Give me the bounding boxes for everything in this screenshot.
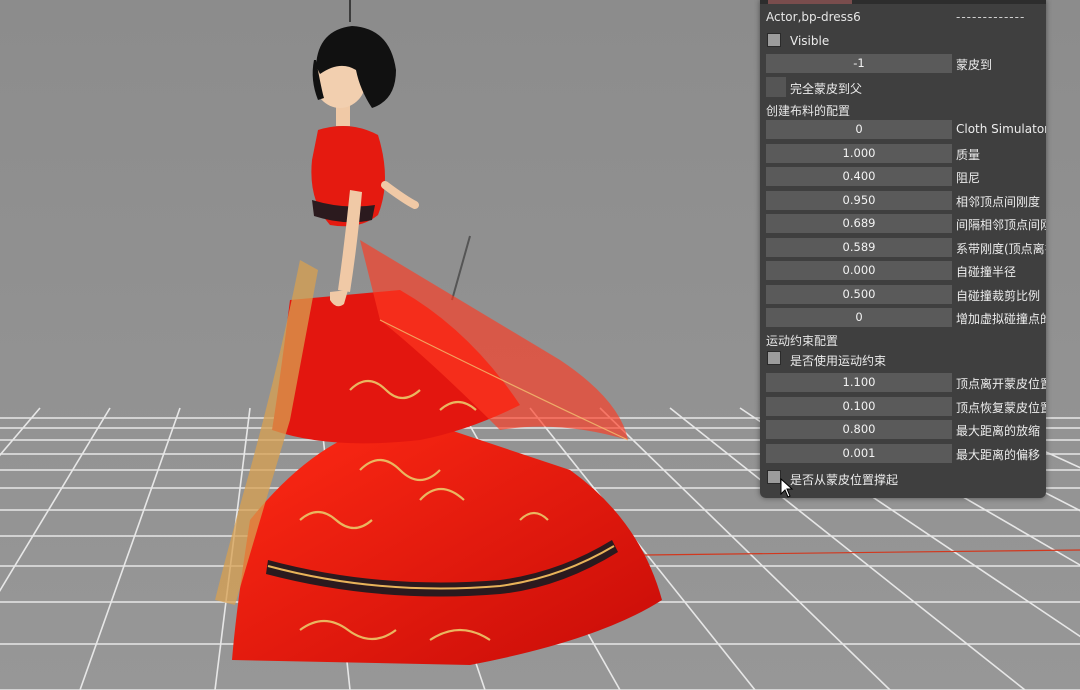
spaced-stiffness-field[interactable]: 0.689	[766, 214, 952, 233]
full-skin-parent-label: 完全蒙皮到父	[790, 82, 863, 96]
mass-field[interactable]: 1.000	[766, 143, 952, 163]
cloth-field-row: 0.950 相邻顶点间刚度	[760, 190, 1046, 211]
mass-label: 质量	[956, 147, 981, 162]
tether-stiffness-field[interactable]: 0.589	[766, 237, 952, 257]
damping-field[interactable]: 0.400	[766, 167, 952, 186]
cloth-simulator-label: Cloth Simulator	[956, 122, 1046, 136]
adjacent-stiffness-label: 相邻顶点间刚度	[956, 194, 1041, 209]
max-distance-scale-field[interactable]: 0.800	[766, 420, 952, 439]
self-collision-clip-label: 自碰撞裁剪比例	[956, 288, 1041, 303]
cloth-field-row: 0.000 自碰撞半径	[760, 261, 1046, 281]
virtual-collision-field[interactable]: 0	[766, 308, 952, 327]
cloth-field-row: 0 Cloth Simulator	[760, 120, 1046, 140]
motion-section-header: 运动约束配置	[760, 330, 1046, 350]
tether-stiffness-label: 系带刚度(顶点离扌	[956, 241, 1046, 256]
inspector-panel: Actor,bp-dress6 ------------- Visible -1…	[760, 0, 1046, 498]
mouse-cursor-icon	[780, 478, 794, 498]
motion-field-row: 1.100 顶点离开蒙皮位置	[760, 373, 1046, 393]
panel-header: Actor,bp-dress6 -------------	[760, 8, 1046, 28]
max-distance-offset-field[interactable]: 0.001	[766, 443, 952, 463]
lift-from-skin-checkbox[interactable]	[767, 470, 781, 484]
restore-skin-label: 顶点恢复蒙皮位置	[956, 400, 1046, 415]
damping-label: 阻尼	[956, 171, 981, 185]
lift-from-skin-label: 是否从蒙皮位置撑起	[790, 473, 899, 487]
cloth-field-row: 0.500 自碰撞裁剪比例	[760, 284, 1046, 305]
motion-field-row: 0.800 最大距离的放缩	[760, 420, 1046, 440]
cloth-simulator-field[interactable]: 0	[766, 120, 952, 139]
use-motion-constraint-label: 是否使用运动约束	[790, 354, 887, 368]
visible-checkbox[interactable]	[767, 33, 781, 47]
skin-to-label: 蒙皮到	[956, 58, 993, 72]
use-motion-constraint-row: 是否使用运动约束	[760, 349, 1046, 369]
max-distance-scale-label: 最大距离的放缩	[956, 424, 1041, 438]
full-skin-parent-checkbox[interactable]	[766, 77, 786, 97]
panel-top-accent	[768, 0, 852, 4]
panel-title-separator: -------------	[956, 10, 1026, 24]
cloth-field-row: 1.000 质量	[760, 143, 1046, 164]
motion-field-row: 0.001 最大距离的偏移	[760, 443, 1046, 464]
leave-skin-label: 顶点离开蒙皮位置	[956, 377, 1046, 391]
max-distance-offset-label: 最大距离的偏移	[956, 447, 1041, 462]
cloth-field-row: 0 增加虚拟碰撞点的	[760, 308, 1046, 328]
cloth-field-row: 0.589 系带刚度(顶点离扌	[760, 237, 1046, 258]
virtual-collision-label: 增加虚拟碰撞点的	[956, 312, 1046, 326]
visible-label: Visible	[790, 34, 830, 48]
panel-title: Actor,bp-dress6	[766, 10, 861, 24]
skin-to-field[interactable]: -1	[766, 54, 952, 73]
cloth-field-row: 0.400 阻尼	[760, 167, 1046, 187]
restore-skin-field[interactable]: 0.100	[766, 396, 952, 416]
adjacent-stiffness-field[interactable]: 0.950	[766, 190, 952, 210]
cloth-section-title: 创建布料的配置	[766, 104, 851, 118]
self-collision-radius-field[interactable]: 0.000	[766, 261, 952, 280]
use-motion-constraint-checkbox[interactable]	[767, 351, 781, 365]
self-collision-radius-label: 自碰撞半径	[956, 265, 1017, 279]
full-skin-parent-row: 完全蒙皮到父	[760, 77, 1046, 97]
lift-from-skin-row: 是否从蒙皮位置撑起	[760, 468, 1046, 488]
cloth-field-row: 0.689 间隔相邻顶点间刚	[760, 214, 1046, 234]
cloth-section-header: 创建布料的配置	[760, 100, 1046, 120]
motion-field-row: 0.100 顶点恢复蒙皮位置	[760, 396, 1046, 417]
visible-row: Visible	[760, 31, 1046, 51]
motion-section-title: 运动约束配置	[766, 334, 839, 348]
self-collision-clip-field[interactable]: 0.500	[766, 284, 952, 304]
leave-skin-field[interactable]: 1.100	[766, 373, 952, 392]
skin-to-row: -1 蒙皮到	[760, 54, 1046, 74]
spaced-stiffness-label: 间隔相邻顶点间刚	[956, 218, 1046, 232]
